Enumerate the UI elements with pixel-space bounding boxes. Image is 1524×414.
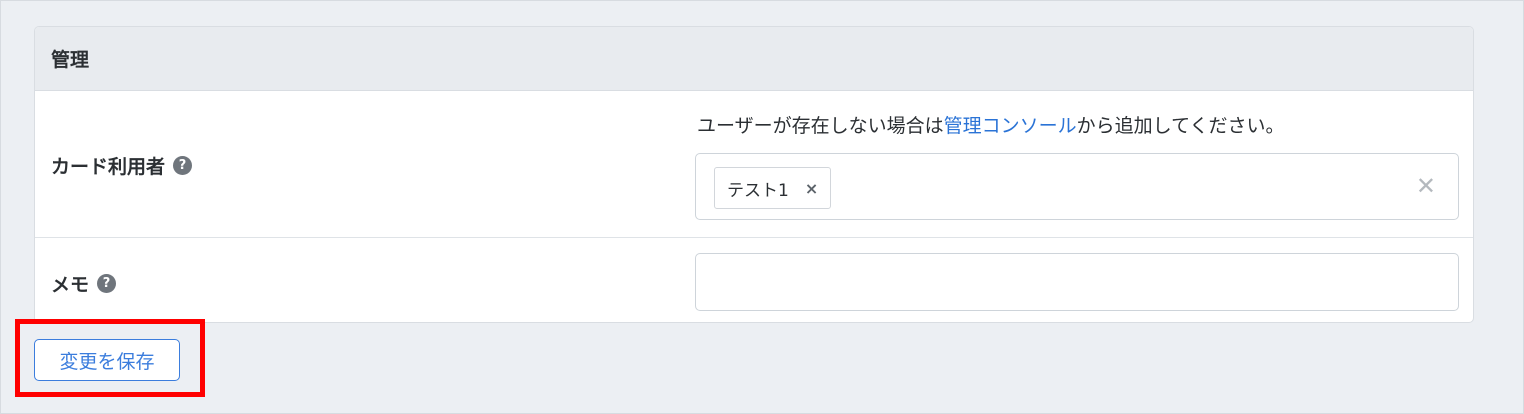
question-circle-icon[interactable]: ? — [173, 156, 193, 175]
management-card: 管理 カード利用者 ? ユーザーが存在しない場合は管理コンソールから追加してくだ… — [34, 26, 1474, 323]
admin-console-link[interactable]: 管理コンソール — [944, 115, 1077, 137]
memo-label: メモ — [51, 274, 90, 296]
question-circle-icon[interactable]: ? — [97, 274, 117, 293]
card-user-hint: ユーザーが存在しない場合は管理コンソールから追加してください。 — [697, 111, 1285, 138]
clear-selection-icon[interactable]: ✕ — [1416, 172, 1436, 200]
hint-prefix: ユーザーが存在しない場合は — [697, 115, 944, 137]
tag-remove-icon[interactable]: × — [805, 179, 818, 198]
memo-input[interactable] — [695, 253, 1459, 311]
section-title: 管理 — [51, 49, 90, 71]
card-header: 管理 — [35, 27, 1473, 91]
save-changes-button[interactable]: 変更を保存 — [34, 339, 180, 381]
selected-user-tag-label: テスト1 — [727, 180, 789, 201]
memo-row: メモ ? — [35, 238, 1473, 322]
card-user-label-group: カード利用者 ? — [51, 152, 193, 179]
card-user-row: カード利用者 ? ユーザーが存在しない場合は管理コンソールから追加してください。… — [35, 91, 1473, 238]
card-user-select[interactable]: テスト1 × ✕ — [695, 153, 1459, 220]
memo-label-group: メモ ? — [51, 270, 117, 297]
card-user-label: カード利用者 — [51, 156, 166, 178]
hint-suffix: から追加してください。 — [1076, 115, 1285, 137]
selected-user-tag: テスト1 × — [714, 167, 832, 209]
